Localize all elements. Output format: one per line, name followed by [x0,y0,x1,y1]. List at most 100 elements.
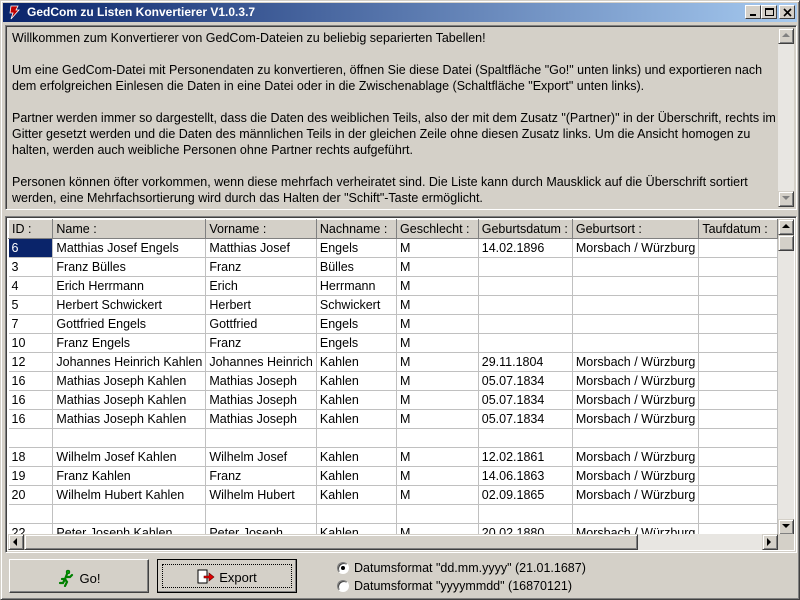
grid-cell[interactable]: M [396,314,479,334]
grid-cell[interactable]: Herbert [205,295,317,315]
grid-cell[interactable]: 12.02.1861 [478,447,573,467]
info-memo[interactable]: Willkommen zum Konvertierer von GedCom-D… [5,25,797,210]
grid-cell[interactable] [698,295,778,315]
grid-cell[interactable]: Franz Kahlen [52,466,207,486]
grid-cell[interactable] [698,466,778,486]
grid-cell[interactable]: 19 [8,466,54,486]
column-header-geburtsort[interactable]: Geburtsort : [571,219,700,239]
table-row[interactable]: 20 Wilhelm Hubert Kahlen Wilhelm Hubert Kah… [8,485,778,505]
grid-cell[interactable] [316,504,398,524]
grid-cell[interactable]: Morsbach / Würzburg [572,485,700,505]
grid-cell[interactable] [478,428,573,448]
grid-cell[interactable] [572,333,700,353]
date-format-ddmmyyyy-option[interactable]: Datumsformat "dd.mm.yyyy" (21.01.1687) [337,560,586,576]
grid-cell[interactable]: Kahlen [316,390,398,410]
grid-cell[interactable] [572,428,700,448]
grid-scroll-right-button[interactable] [762,534,778,550]
grid-cell[interactable]: Kahlen [316,447,398,467]
grid-cell[interactable] [698,238,778,258]
grid-horizontal-scrollbar[interactable] [8,534,778,550]
grid-cell[interactable] [698,390,778,410]
grid-cell[interactable]: 14.02.1896 [478,238,573,258]
grid-cell[interactable] [698,333,778,353]
grid-cell[interactable]: Franz [205,466,317,486]
grid-cell[interactable]: Morsbach / Würzburg [572,466,700,486]
grid-cell[interactable]: 7 [8,314,54,334]
grid-cell[interactable]: Mathias Joseph Kahlen [52,409,207,429]
grid-scroll-down-button[interactable] [778,519,794,535]
grid-cell[interactable]: Gottfried Engels [52,314,207,334]
grid-cell[interactable]: 12 [8,352,54,372]
minimize-button[interactable] [745,5,761,19]
grid-cell[interactable]: Morsbach / Würzburg [572,447,700,467]
grid-cell[interactable] [8,428,54,448]
grid-cell[interactable]: Franz [205,333,317,353]
grid-cell[interactable]: 3 [8,257,54,277]
grid-cell[interactable]: M [396,466,479,486]
grid-cell[interactable]: Kahlen [316,485,398,505]
table-row[interactable]: 19 Franz Kahlen Franz Kahlen M 14.06.1863 Mors… [8,466,778,486]
grid-cell[interactable]: Engels [316,314,398,334]
grid-cell[interactable]: Wilhelm Josef Kahlen [52,447,207,467]
grid-cell[interactable]: Kahlen [316,466,398,486]
date-format-yyyymmdd-radio[interactable] [337,580,349,592]
grid-horizontal-scroll-thumb[interactable] [24,534,638,550]
grid-cell[interactable]: M [396,409,479,429]
grid-cell[interactable] [205,428,317,448]
column-header-geschlecht[interactable]: Geschlecht : [396,219,479,239]
grid-cell[interactable] [478,295,573,315]
grid-cell[interactable]: 10 [8,333,54,353]
grid-cell[interactable] [572,257,700,277]
grid-vertical-scrollbar[interactable] [778,219,794,535]
grid-cell[interactable]: Morsbach / Würzburg [572,238,700,258]
grid-cell[interactable]: 4 [8,276,54,296]
grid-cell[interactable] [52,504,207,524]
memo-scroll-down-button[interactable] [778,191,794,207]
grid-cell[interactable]: Wilhelm Josef [205,447,317,467]
grid-cell[interactable] [396,428,479,448]
grid-cell[interactable]: 16 [8,390,54,410]
export-button[interactable]: Export [157,559,297,593]
grid-cell[interactable]: 05.07.1834 [478,390,573,410]
grid-cell[interactable]: Kahlen [316,409,398,429]
grid-cell[interactable]: Herbert Schwickert [52,295,207,315]
grid-cell[interactable] [205,504,317,524]
grid-cell[interactable] [698,447,778,467]
data-grid[interactable]: ID : Name : Vorname : Nachname : Geschle… [5,216,797,553]
grid-cell[interactable] [572,504,700,524]
grid-cell[interactable] [698,314,778,334]
grid-cell[interactable]: Wilhelm Hubert Kahlen [52,485,207,505]
grid-cell[interactable]: Bülles [316,257,398,277]
grid-cell[interactable]: Matthias Josef Engels [52,238,207,258]
grid-cell[interactable]: Franz Engels [52,333,207,353]
table-row[interactable] [8,428,778,448]
grid-cell[interactable] [478,333,573,353]
grid-cell[interactable]: 18 [8,447,54,467]
grid-cell[interactable]: Morsbach / Würzburg [572,409,700,429]
grid-cell[interactable] [698,276,778,296]
grid-cell[interactable]: 05.07.1834 [478,371,573,391]
grid-cell[interactable]: M [396,390,479,410]
grid-cell[interactable]: Kahlen [316,352,398,372]
grid-cell[interactable]: Wilhelm Hubert [205,485,317,505]
grid-cell[interactable] [698,409,778,429]
grid-vertical-scroll-thumb[interactable] [778,235,794,251]
column-header-geburtsdatum[interactable]: Geburtsdatum : [477,219,573,239]
grid-cell[interactable] [52,428,207,448]
grid-cell[interactable]: M [396,257,479,277]
column-header-name[interactable]: Name : [52,219,207,239]
grid-cell[interactable]: Johannes Heinrich Kahlen [52,352,207,372]
grid-cell[interactable]: Mathias Joseph [205,371,317,391]
table-row[interactable]: 16 Mathias Joseph Kahlen Mathias Joseph Kah… [8,409,778,429]
grid-cell[interactable]: Engels [316,333,398,353]
grid-cell[interactable] [698,504,778,524]
grid-cell[interactable]: Matthias Josef [205,238,317,258]
grid-cell[interactable] [698,428,778,448]
date-format-ddmmyyyy-radio[interactable] [337,562,349,574]
grid-cell[interactable]: 14.06.1863 [478,466,573,486]
grid-cell[interactable] [396,504,479,524]
grid-cell[interactable]: Schwickert [316,295,398,315]
table-row[interactable]: 4 Erich Herrmann Erich Herrmann M [8,276,778,296]
grid-cell[interactable]: Erich Herrmann [52,276,207,296]
grid-cell[interactable] [478,257,573,277]
